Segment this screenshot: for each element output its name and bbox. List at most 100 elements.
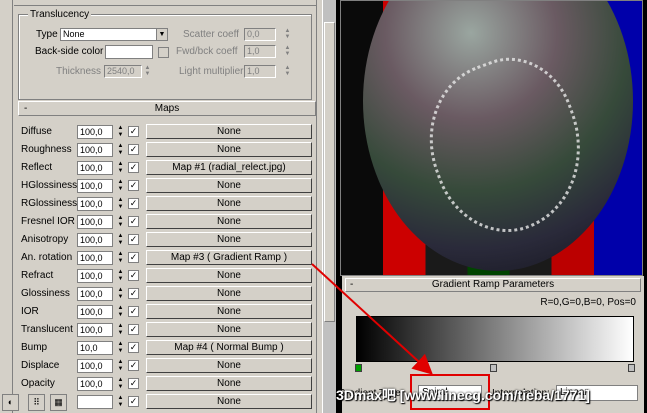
thickness-spinner[interactable]: ▲ ▼ — [143, 65, 152, 78]
map-amount-spinner[interactable]: ▲ ▼ — [116, 161, 125, 175]
gradient-flag-start[interactable] — [355, 364, 362, 372]
scatter-coeff-field[interactable]: 0,0 — [244, 28, 276, 41]
map-enable-checkbox[interactable]: ✓ — [128, 180, 139, 191]
map-amount-spinner[interactable]: ▲ ▼ — [116, 323, 125, 337]
map-slot-button[interactable]: None — [146, 232, 312, 247]
panel-scrollbar[interactable] — [322, 0, 336, 413]
map-slot-button[interactable]: None — [146, 304, 312, 319]
backside-color-swatch[interactable] — [105, 45, 153, 59]
map-amount-spinner[interactable]: ▲ ▼ — [116, 125, 125, 139]
map-amount-spinner[interactable]: ▲ ▼ — [116, 305, 125, 319]
backside-color-map-checkbox[interactable] — [158, 47, 169, 58]
map-row: Bump 10,0 ▲ ▼ ✓ Map #4 ( Normal Bump ) — [21, 340, 316, 355]
map-amount-spinner[interactable]: ▲ ▼ — [116, 143, 125, 157]
map-amount-field[interactable]: 100,0 — [77, 323, 113, 337]
map-amount-field[interactable]: 100,0 — [77, 143, 113, 157]
map-enable-checkbox[interactable]: ✓ — [128, 306, 139, 317]
grid-icon[interactable]: ▦ — [50, 394, 67, 411]
gradient-ramp-bar[interactable] — [356, 316, 634, 362]
gradient-flag-middle[interactable] — [490, 364, 497, 372]
top-strip — [14, 0, 316, 6]
light-multiplier-field[interactable]: 1,0 — [244, 65, 276, 78]
collapse-minus-icon: - — [350, 279, 354, 290]
map-enable-checkbox[interactable]: ✓ — [128, 252, 139, 263]
map-amount-field[interactable]: 100,0 — [77, 269, 113, 283]
fwd-bck-coeff-spinner[interactable]: ▲ ▼ — [283, 45, 292, 58]
map-slot-button[interactable]: None — [146, 286, 312, 301]
map-enable-checkbox[interactable]: ✓ — [128, 324, 139, 335]
map-amount-field[interactable]: 100,0 — [77, 215, 113, 229]
map-enable-checkbox[interactable]: ✓ — [128, 378, 139, 389]
map-amount-spinner[interactable]: ▲ ▼ — [116, 179, 125, 193]
map-amount-field[interactable] — [77, 395, 113, 409]
map-amount-field[interactable]: 100,0 — [77, 125, 113, 139]
map-slot-label: Reflect — [21, 162, 53, 173]
map-amount-spinner[interactable]: ▲ ▼ — [116, 395, 125, 409]
map-slot-button[interactable]: None — [146, 268, 312, 283]
map-slot-button[interactable]: Map #1 (radial_relect.jpg) — [146, 160, 312, 175]
collapse-minus-icon: - — [24, 103, 28, 114]
map-slot-button[interactable]: None — [146, 376, 312, 391]
map-enable-checkbox[interactable]: ✓ — [128, 162, 139, 173]
scrollbar-thumb[interactable] — [324, 22, 335, 322]
map-enable-checkbox[interactable]: ✓ — [128, 198, 139, 209]
thickness-field[interactable]: 2540,0 — [104, 65, 142, 78]
map-slot-button[interactable]: None — [146, 124, 312, 139]
map-amount-field[interactable]: 100,0 — [77, 359, 113, 373]
map-enable-checkbox[interactable]: ✓ — [128, 216, 139, 227]
map-enable-checkbox[interactable]: ✓ — [128, 342, 139, 353]
map-amount-spinner[interactable]: ▲ ▼ — [116, 233, 125, 247]
chevron-down-icon: ▼ — [156, 29, 167, 40]
type-dropdown[interactable]: None ▼ — [60, 28, 168, 41]
map-row: Opacity 100,0 ▲ ▼ ✓ None — [21, 376, 316, 391]
map-amount-field[interactable]: 100,0 — [77, 233, 113, 247]
map-amount-field[interactable]: 100,0 — [77, 197, 113, 211]
light-multiplier-spinner[interactable]: ▲ ▼ — [283, 65, 292, 78]
map-slot-button[interactable]: None — [146, 358, 312, 373]
map-enable-checkbox[interactable]: ✓ — [128, 270, 139, 281]
map-amount-spinner[interactable]: ▲ ▼ — [116, 341, 125, 355]
half-moon-icon[interactable]: ◐ — [2, 394, 19, 411]
map-enable-checkbox[interactable]: ✓ — [128, 126, 139, 137]
map-enable-checkbox[interactable]: ✓ — [128, 144, 139, 155]
panel-border-right — [316, 0, 317, 413]
map-slot-button[interactable]: None — [146, 196, 312, 211]
map-enable-checkbox[interactable]: ✓ — [128, 360, 139, 371]
map-amount-field[interactable]: 100,0 — [77, 305, 113, 319]
map-enable-checkbox[interactable]: ✓ — [128, 396, 139, 407]
map-amount-spinner[interactable]: ▲ ▼ — [116, 359, 125, 373]
map-amount-field[interactable]: 100,0 — [77, 179, 113, 193]
map-enable-checkbox[interactable]: ✓ — [128, 288, 139, 299]
map-amount-spinner[interactable]: ▲ ▼ — [116, 197, 125, 211]
map-amount-field[interactable]: 100,0 — [77, 287, 113, 301]
scatter-coeff-spinner[interactable]: ▲ ▼ — [283, 28, 292, 41]
map-slot-button[interactable]: None — [146, 322, 312, 337]
map-amount-spinner[interactable]: ▲ ▼ — [116, 269, 125, 283]
map-row: Translucent 100,0 ▲ ▼ ✓ None — [21, 322, 316, 337]
fwd-bck-coeff-field[interactable]: 1,0 — [244, 45, 276, 58]
nodes-icon[interactable]: ⠿ — [28, 394, 45, 411]
light-multiplier-label: Light multiplier — [179, 66, 244, 77]
map-amount-spinner[interactable]: ▲ ▼ — [116, 251, 125, 265]
map-slot-button[interactable]: Map #3 ( Gradient Ramp ) — [146, 250, 312, 265]
gradient-ramp-rollout-header[interactable]: - Gradient Ramp Parameters — [345, 278, 641, 292]
map-slot-button[interactable]: None — [146, 214, 312, 229]
map-amount-field[interactable]: 10,0 — [77, 341, 113, 355]
map-slot-label: Roughness — [21, 144, 72, 155]
maps-rollout-header[interactable]: - Maps — [18, 101, 316, 116]
map-slot-button[interactable]: None — [146, 178, 312, 193]
map-amount-spinner[interactable]: ▲ ▼ — [116, 377, 125, 391]
map-row: Anisotropy 100,0 ▲ ▼ ✓ None — [21, 232, 316, 247]
gradient-flag-end[interactable] — [628, 364, 635, 372]
map-amount-spinner[interactable]: ▲ ▼ — [116, 215, 125, 229]
map-slot-button[interactable]: None — [146, 142, 312, 157]
map-enable-checkbox[interactable]: ✓ — [128, 234, 139, 245]
map-amount-field[interactable]: 100,0 — [77, 377, 113, 391]
maps-header-title: Maps — [154, 103, 180, 114]
map-slot-button[interactable]: Map #4 ( Normal Bump ) — [146, 340, 312, 355]
map-slot-button[interactable]: None — [146, 394, 312, 409]
map-amount-spinner[interactable]: ▲ ▼ — [116, 287, 125, 301]
map-slot-label: An. rotation — [21, 252, 73, 263]
map-amount-field[interactable]: 100,0 — [77, 251, 113, 265]
map-amount-field[interactable]: 100,0 — [77, 161, 113, 175]
